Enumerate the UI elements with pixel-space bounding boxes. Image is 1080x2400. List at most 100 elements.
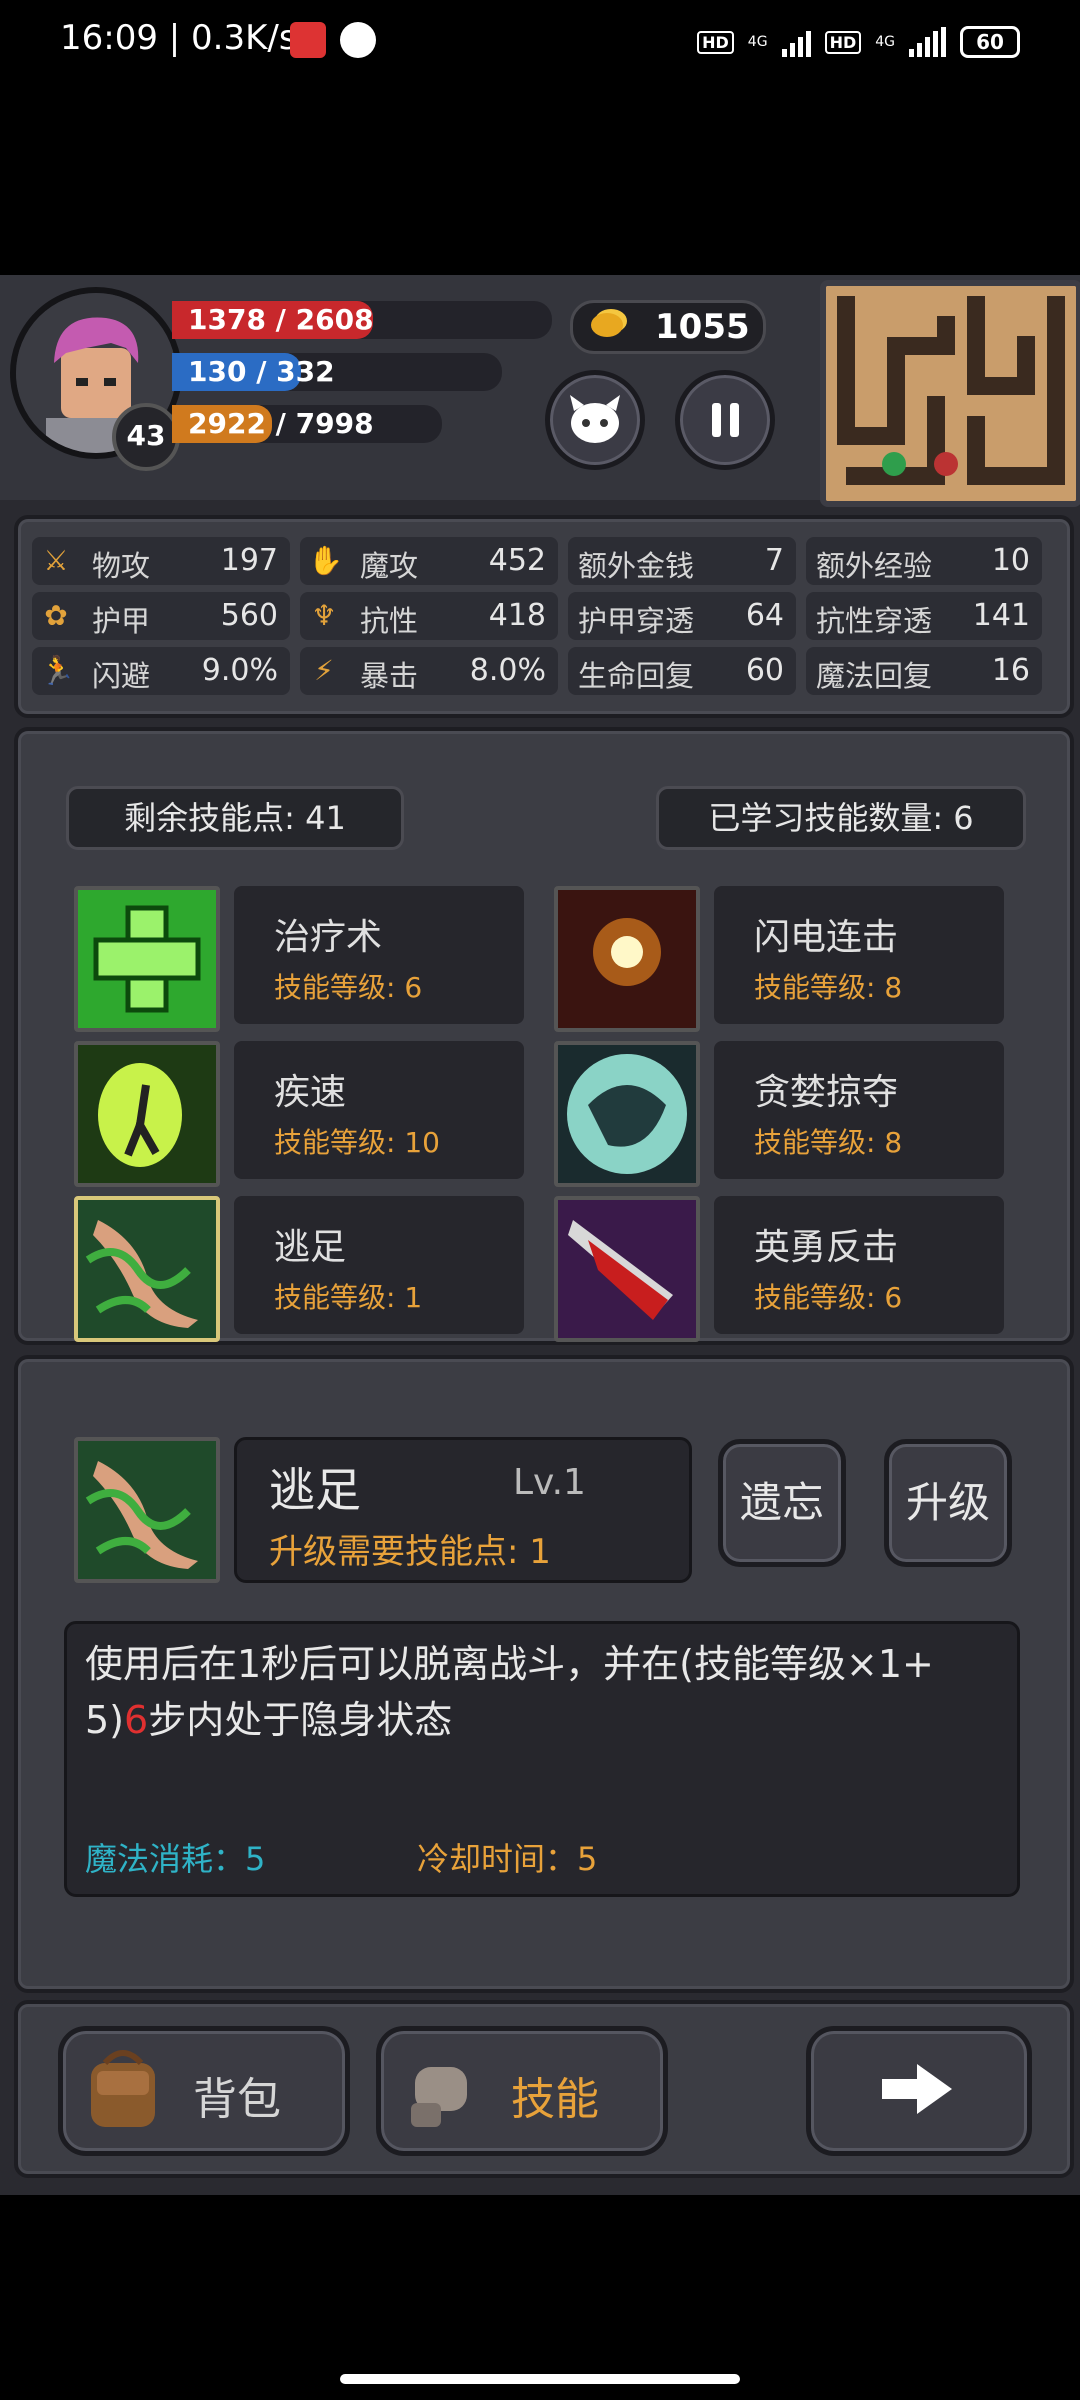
skill-description-box: 使用后在1秒后可以脱离战斗，并在(技能等级×1+ 5)6步内处于隐身状态 魔法消… [64,1621,1020,1897]
skill-description: 使用后在1秒后可以脱离战斗，并在(技能等级×1+ 5)6步内处于隐身状态 [85,1636,1005,1748]
selected-skill-icon [74,1437,220,1583]
fist-icon [411,2067,467,2127]
magic-hand-icon: ✋ [308,544,343,577]
skill-tab-button[interactable]: 技能 [376,2026,668,2156]
gold-amount: 1055 [655,307,750,347]
gold-display: 1055 [570,300,766,354]
stat-label: 魔法回复 [816,659,933,693]
skill-icon-button-4[interactable] [74,1196,220,1342]
bag-button[interactable]: 背包 [58,2026,350,2156]
skill-name: 治疗术 [274,917,383,958]
sword-icon: ⚔ [43,544,69,577]
stat-value: 452 [488,543,546,578]
stat-label: 护甲 [92,604,151,638]
skill-tab-label: 技能 [511,2074,599,2125]
skill-card-0[interactable]: 治疗术 技能等级: 6 [234,886,524,1024]
skill-level: 技能等级: 10 [274,1126,440,1159]
selected-skill-lv: Lv.1 [513,1462,586,1503]
upgrade-cost: 升级需要技能点: 1 [269,1532,551,1572]
mp-text: 130 / 332 [188,355,335,388]
skill-icon-button-3[interactable] [554,1041,700,1187]
dodge-runner-icon: 🏃 [40,654,75,687]
skill-card-5[interactable]: 英勇反击 技能等级: 6 [714,1196,1004,1334]
skill-card-4[interactable]: 逃足技能等级: 1 [234,1196,524,1334]
hd-badge-2: HD [824,30,862,54]
stat-value: 197 [220,543,278,578]
stat-9: ⚡ 暴击 8.0% [300,647,558,695]
stat-7: 抗性穿透 141 [806,592,1042,640]
stat-label: 魔攻 [360,549,419,583]
skill-card-3[interactable]: 贪婪掠夺 技能等级: 8 [714,1041,1004,1179]
hp-bar: 1378 / 2608 [172,301,552,339]
stat-label: 额外金钱 [578,549,695,583]
mp-bar: 130 / 332 [172,353,502,391]
skill-name: 闪电连击 [754,917,899,958]
stat-label: 生命回复 [578,659,695,693]
stat-value: 64 [745,598,784,633]
bag-label: 背包 [193,2074,281,2125]
stat-2: 额外金钱 7 [568,537,796,585]
stat-label: 护甲穿透 [578,604,695,638]
stat-8: 🏃 闪避 9.0% [32,647,290,695]
stat-1: ✋ 魔攻 452 [300,537,558,585]
net-type-2: 4G [875,34,895,50]
stat-label: 暴击 [360,659,419,693]
stat-value: 60 [745,653,784,688]
stat-value: 418 [488,598,546,633]
skill-level: 技能等级: 1 [274,1281,423,1314]
stat-value: 16 [991,653,1030,688]
stats-panel: ⚔ 物攻 197 ✋ 魔攻 452 额外金钱 7 额外经验 10 ✿ 护甲 560 ♆ 抗性 418 护甲穿透 6… [14,515,1074,718]
selected-skill-info: 逃足 Lv.1 升级需要技能点: 1 [234,1437,692,1583]
stat-value: 141 [972,598,1030,633]
stat-value: 7 [764,543,784,578]
skill-icon-button-5[interactable] [554,1196,700,1342]
stat-label: 额外经验 [816,549,933,583]
remaining-skill-points: 剩余技能点: 41 [66,786,404,850]
skill-icon-button-2[interactable] [74,1041,220,1187]
skill-card-1[interactable]: 闪电连击技能等级: 8 [714,886,1004,1024]
skill-card-2[interactable]: 疾速技能等级: 10 [234,1041,524,1179]
description-part-a: 使用后在1秒后可以脱离战斗，并在(技能等级×1+ [85,1642,934,1686]
next-arrow-button[interactable] [806,2026,1032,2156]
exp-bar: 2922 / 7998 [172,405,442,443]
bottom-nav: 背包 技能 [14,2000,1074,2178]
status-bar: 16:09 | 0.3K/s HD 4G HD 4G 60 [0,0,1080,84]
net-type: 4G [747,34,768,50]
stat-3: 额外经验 10 [806,537,1042,585]
home-indicator[interactable] [340,2374,740,2384]
skill-level: 技能等级: 8 [754,971,903,1004]
stat-value: 8.0% [469,653,546,688]
gold-coin-icon [591,313,623,337]
app-notification-icon [290,22,326,58]
stat-value: 9.0% [201,653,278,688]
upgrade-button[interactable]: 升级 [884,1439,1012,1567]
lightning-icon: ⚡ [314,654,334,687]
forget-button[interactable]: 遗忘 [718,1439,846,1567]
qq-penguin-icon [340,22,376,58]
minimap[interactable] [820,280,1080,507]
stat-label: 物攻 [92,549,151,583]
stat-5: ♆ 抗性 418 [300,592,558,640]
greed-beast-icon [558,1045,696,1183]
haste-icon [78,1045,216,1183]
exp-text: 2922 / 7998 [188,407,374,440]
skill-icon-button-1[interactable] [554,886,700,1032]
vine-foot-icon [78,1200,216,1338]
skill-name: 贪婪掠夺 [754,1072,899,1113]
learned-skill-count: 已学习技能数量: 6 [656,786,1026,850]
stat-0: ⚔ 物攻 197 [32,537,290,585]
stat-value: 10 [991,543,1030,578]
skill-name: 疾速 [274,1072,347,1113]
skill-detail-panel: 逃足 Lv.1 升级需要技能点: 1 遗忘 升级 使用后在1秒后可以脱离战斗，并… [14,1355,1074,1993]
skill-name: 逃足 [274,1227,347,1268]
monster-info-button[interactable] [545,370,645,470]
signal-icon [781,27,811,57]
pause-button[interactable] [675,370,775,470]
skill-icon-button-0[interactable] [74,886,220,1032]
hero-level-badge: 43 [112,403,180,471]
battery-icon: 60 [960,26,1020,58]
stat-10: 生命回复 60 [568,647,796,695]
cooldown-time: 冷却时间：5 [417,1840,598,1878]
signal-icon-2 [909,27,946,57]
vine-foot-icon [78,1441,216,1579]
